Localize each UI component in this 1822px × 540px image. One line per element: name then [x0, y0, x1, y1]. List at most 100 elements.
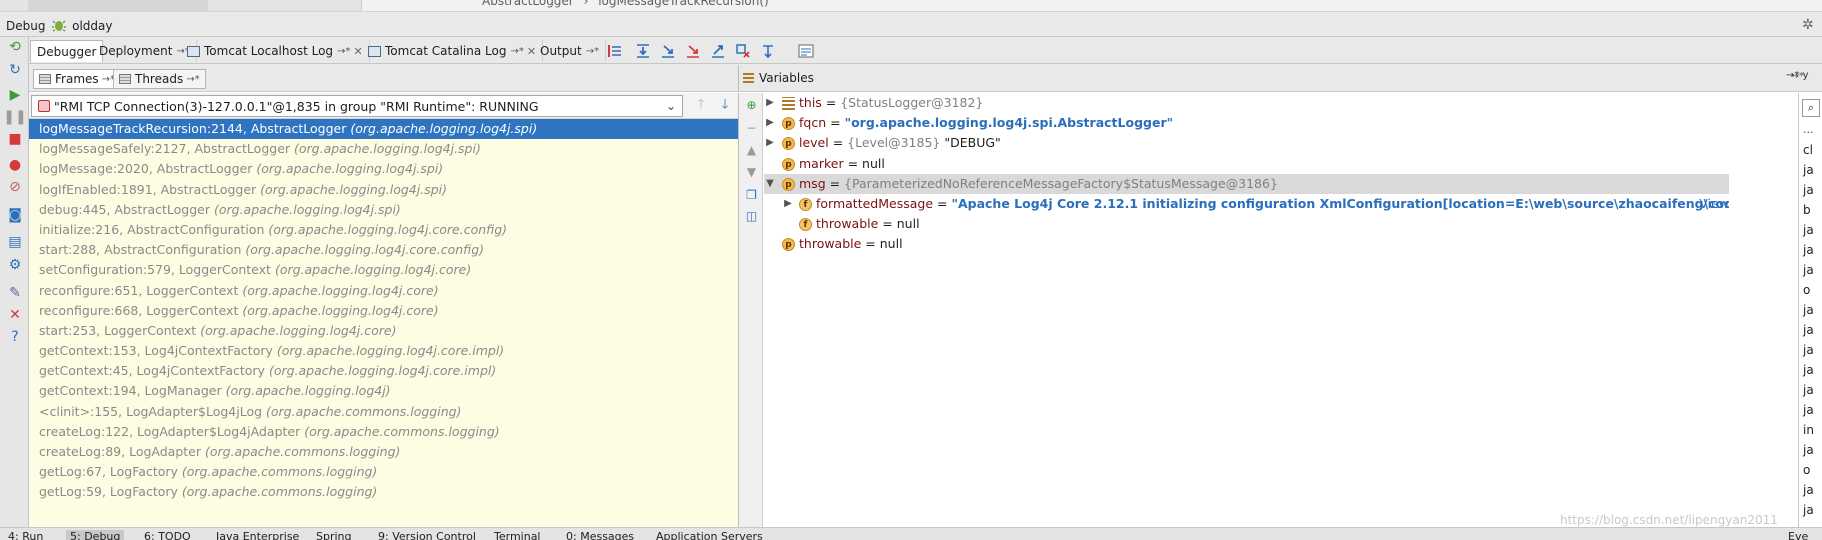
frame-item[interactable]: reconfigure:668, LoggerContext (org.apac…: [29, 301, 765, 321]
variable-row-selected[interactable]: ▼ p msg = {ParameterizedNoReferenceMessa…: [764, 173, 1729, 194]
pin-icon[interactable]: →*: [586, 46, 599, 57]
force-step-into-icon[interactable]: [684, 42, 702, 60]
settings-gear-icon[interactable]: ✲: [1802, 17, 1818, 33]
tab-output[interactable]: Output →*: [534, 40, 607, 62]
frame-item[interactable]: getContext:194, LogManager (org.apache.l…: [29, 381, 765, 401]
breadcrumb-class[interactable]: AbstractLogger: [482, 0, 574, 8]
editor-tab[interactable]: [28, 0, 208, 11]
edge-line: ja: [1803, 243, 1814, 257]
previous-frame-icon[interactable]: 🡑: [693, 97, 709, 114]
frame-item[interactable]: reconfigure:651, LoggerContext (org.apac…: [29, 281, 765, 301]
variable-name: marker: [799, 155, 844, 171]
new-watch-icon[interactable]: ⊕: [743, 96, 760, 113]
run-to-cursor-icon[interactable]: [759, 42, 777, 60]
frame-item[interactable]: start:253, LoggerContext (org.apache.log…: [29, 321, 765, 341]
frame-item[interactable]: getLog:67, LogFactory (org.apache.common…: [29, 462, 765, 482]
copy-icon[interactable]: ❐: [743, 186, 760, 203]
run-config-name[interactable]: oldday: [72, 19, 112, 33]
remove-watch-icon[interactable]: −: [743, 119, 760, 136]
mute-breakpoints-icon[interactable]: ⊘: [5, 177, 25, 197]
pin-icon[interactable]: →*: [186, 74, 199, 85]
frame-item[interactable]: getLog:59, LogFactory (org.apache.common…: [29, 482, 765, 502]
refresh-icon[interactable]: ↻: [5, 60, 25, 80]
tab-tomcat-catalina-log[interactable]: Tomcat Catalina Log →* ✕: [362, 40, 544, 62]
breadcrumb-method[interactable]: logMessageTrackRecursion(): [598, 0, 769, 8]
expand-arrow-icon[interactable]: ▶: [764, 133, 776, 153]
watches-icon[interactable]: ◫: [743, 207, 760, 224]
pin-icon[interactable]: →*: [510, 46, 523, 57]
event-log-button[interactable]: Eve: [1788, 530, 1808, 540]
bottom-tab-todo[interactable]: 6: TODO: [144, 530, 191, 540]
frame-item[interactable]: start:288, AbstractConfiguration (org.ap…: [29, 240, 765, 260]
frame-item[interactable]: <clinit>:155, LogAdapter$Log4jLog (org.a…: [29, 402, 765, 422]
frame-item[interactable]: logMessageTrackRecursion:2144, AbstractL…: [29, 119, 765, 140]
tab-threads[interactable]: Threads →*: [113, 69, 206, 89]
more-icon[interactable]: ...: [1803, 123, 1814, 136]
frame-item[interactable]: logIfEnabled:1891, AbstractLogger (org.a…: [29, 180, 765, 200]
expand-arrow-icon[interactable]: ▶: [782, 194, 794, 214]
frame-item[interactable]: debug:445, AbstractLogger (org.apache.lo…: [29, 200, 765, 220]
tab-frames[interactable]: Frames →*: [33, 69, 122, 89]
bottom-tab-version-control[interactable]: 9: Version Control: [378, 530, 476, 540]
show-execution-point-icon[interactable]: [606, 42, 624, 60]
log-icon: [368, 45, 381, 57]
variable-row[interactable]: ▶ p fqcn = "org.apache.logging.log4j.spi…: [764, 113, 1729, 133]
frame-item[interactable]: getContext:45, Log4jContextFactory (org.…: [29, 361, 765, 381]
breadcrumb: AbstractLogger › logMessageTrackRecursio…: [482, 0, 769, 8]
watermark: https://blog.csdn.net/lipengyan2011: [1560, 513, 1778, 527]
variable-row[interactable]: ▶ f formattedMessage = "Apache Log4j Cor…: [764, 194, 1729, 214]
bottom-tool-window-bar: 4: Run 5: Debug 6: TODO Java Enterprise …: [0, 527, 1822, 540]
pin-tab-icon[interactable]: ✎: [5, 283, 25, 303]
bottom-tab-application-servers[interactable]: Application Servers: [656, 530, 763, 540]
variable-row[interactable]: p marker = null: [764, 154, 1729, 174]
frame-item[interactable]: createLog:122, LogAdapter$Log4jAdapter (…: [29, 422, 765, 442]
resume-icon[interactable]: ▶: [5, 85, 25, 105]
frame-item[interactable]: createLog:89, LogAdapter (org.apache.com…: [29, 442, 765, 462]
bottom-tab-java-enterprise[interactable]: Java Enterprise: [216, 530, 299, 540]
chevron-down-icon[interactable]: ⌄: [666, 99, 676, 113]
bottom-tab-run[interactable]: 4: Run: [8, 530, 43, 540]
variable-row[interactable]: p throwable = null: [764, 234, 1729, 254]
move-down-icon[interactable]: ▼: [743, 163, 760, 180]
stop-icon[interactable]: ■: [5, 129, 25, 149]
expand-arrow-icon[interactable]: ▶: [764, 113, 776, 133]
step-into-icon[interactable]: [659, 42, 677, 60]
frame-item[interactable]: initialize:216, AbstractConfiguration (o…: [29, 220, 765, 240]
thread-selector-row: "RMI TCP Connection(3)-127.0.0.1"@1,835 …: [29, 93, 769, 119]
settings-icon[interactable]: ⚙: [5, 255, 25, 275]
variable-row[interactable]: ▶ p level = {Level@3185} "DEBUG": [764, 133, 1729, 153]
help-icon[interactable]: ?: [5, 327, 25, 347]
pin-icon[interactable]: →*: [337, 46, 350, 57]
bottom-tab-terminal[interactable]: Terminal: [494, 530, 541, 540]
camera-icon[interactable]: ◙: [5, 205, 25, 225]
rerun-icon[interactable]: ⟲: [5, 37, 25, 57]
step-over-icon[interactable]: [634, 42, 652, 60]
layout-icon[interactable]: ▤: [5, 232, 25, 252]
collapse-arrow-icon[interactable]: ▼: [764, 174, 776, 194]
view-breakpoints-icon[interactable]: ●: [5, 155, 25, 175]
pause-icon[interactable]: ❚❚: [3, 107, 26, 127]
bottom-tab-debug[interactable]: 5: Debug: [66, 530, 125, 540]
frame-item[interactable]: logMessage:2020, AbstractLogger (org.apa…: [29, 159, 765, 179]
edge-line: ja: [1803, 163, 1814, 177]
drop-frame-icon[interactable]: [734, 42, 752, 60]
variable-row[interactable]: ▶ this = {StatusLogger@3182}: [764, 93, 1729, 113]
variable-value: "org.apache.logging.log4j.spi.AbstractLo…: [844, 115, 1174, 131]
step-out-icon[interactable]: [709, 42, 727, 60]
frame-item[interactable]: logMessageSafely:2127, AbstractLogger (o…: [29, 139, 765, 159]
evaluate-expression-icon[interactable]: [797, 42, 815, 60]
thread-dropdown[interactable]: "RMI TCP Connection(3)-127.0.0.1"@1,835 …: [31, 95, 683, 117]
frame-item[interactable]: getContext:153, Log4jContextFactory (org…: [29, 341, 765, 361]
bottom-tab-messages[interactable]: 0: Messages: [566, 530, 634, 540]
variable-row[interactable]: f throwable = null: [764, 214, 1729, 234]
bottom-tab-spring[interactable]: Spring: [316, 530, 352, 540]
view-link[interactable]: View: [1699, 194, 1729, 214]
close-icon[interactable]: ✕: [5, 305, 25, 325]
next-frame-icon[interactable]: 🡓: [717, 97, 733, 114]
frame-item[interactable]: setConfiguration:579, LoggerContext (org…: [29, 260, 765, 280]
search-icon[interactable]: ⌕: [1802, 99, 1820, 117]
expand-arrow-icon[interactable]: ▶: [764, 93, 776, 113]
pin-icon[interactable]: →*: [1786, 70, 1799, 81]
move-up-icon[interactable]: ▲: [743, 141, 760, 158]
tab-tomcat-localhost-log[interactable]: Tomcat Localhost Log →* ✕: [181, 40, 370, 62]
